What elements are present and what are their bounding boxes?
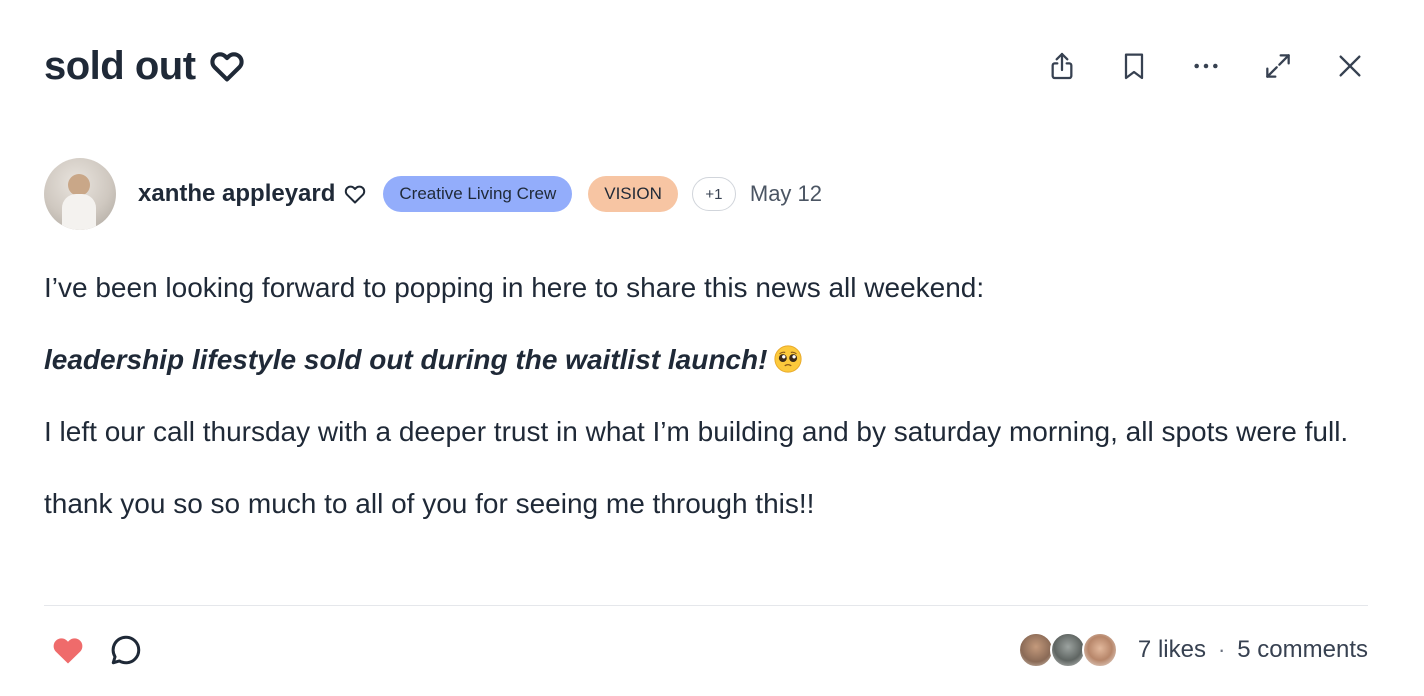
liker-avatar (1081, 632, 1118, 668)
liker-avatar (1049, 632, 1086, 668)
liker-avatar (1017, 632, 1054, 668)
post-header: sold out (44, 36, 1368, 96)
expand-icon[interactable] (1260, 48, 1296, 84)
pleading-face-emoji-icon (773, 343, 803, 373)
more-options-icon[interactable] (1188, 48, 1224, 84)
footer-divider (44, 605, 1368, 606)
post-paragraph-highlight: leadership lifestyle sold out during the… (44, 338, 1374, 382)
post-footer: 7 likes · 5 comments (44, 624, 1368, 676)
author-avatar[interactable] (44, 158, 116, 230)
badge-vision[interactable]: VISION (588, 176, 678, 212)
header-actions (1044, 48, 1368, 84)
avatar-head (68, 174, 90, 196)
avatar-body (62, 194, 96, 230)
post-date: May 12 (749, 181, 823, 206)
post-paragraph: I left our call thursday with a deeper t… (44, 416, 1349, 447)
post-body: I’ve been looking forward to popping in … (44, 266, 1374, 554)
comments-count[interactable]: 5 comments (1237, 636, 1368, 664)
share-icon[interactable] (1044, 48, 1080, 84)
heart-outline-icon[interactable] (208, 47, 246, 85)
reaction-buttons (44, 632, 144, 668)
author-name[interactable]: xanthe appleyard (138, 180, 335, 208)
post-paragraph: I’ve been looking forward to popping in … (44, 272, 985, 303)
post-title: sold out (44, 43, 196, 88)
title-wrap: sold out (44, 44, 246, 89)
liker-avatars[interactable] (1017, 632, 1118, 668)
likes-count[interactable]: 7 likes (1138, 636, 1206, 664)
comment-icon[interactable] (108, 632, 144, 668)
close-icon[interactable] (1332, 48, 1368, 84)
highlight-text: leadership lifestyle sold out during the… (44, 344, 768, 375)
post-paragraph: thank you so so much to all of you for s… (44, 488, 815, 519)
separator-dot: · (1217, 637, 1226, 662)
more-badges-button[interactable]: +1 (691, 177, 736, 211)
badge-creative-living-crew[interactable]: Creative Living Crew (383, 176, 573, 212)
heart-outline-icon (343, 182, 367, 206)
engagement-summary: 7 likes · 5 comments (1017, 632, 1368, 668)
author-row: xanthe appleyard Creative Living Crew VI… (44, 158, 822, 230)
like-heart-icon[interactable] (50, 632, 86, 668)
bookmark-icon[interactable] (1116, 48, 1152, 84)
